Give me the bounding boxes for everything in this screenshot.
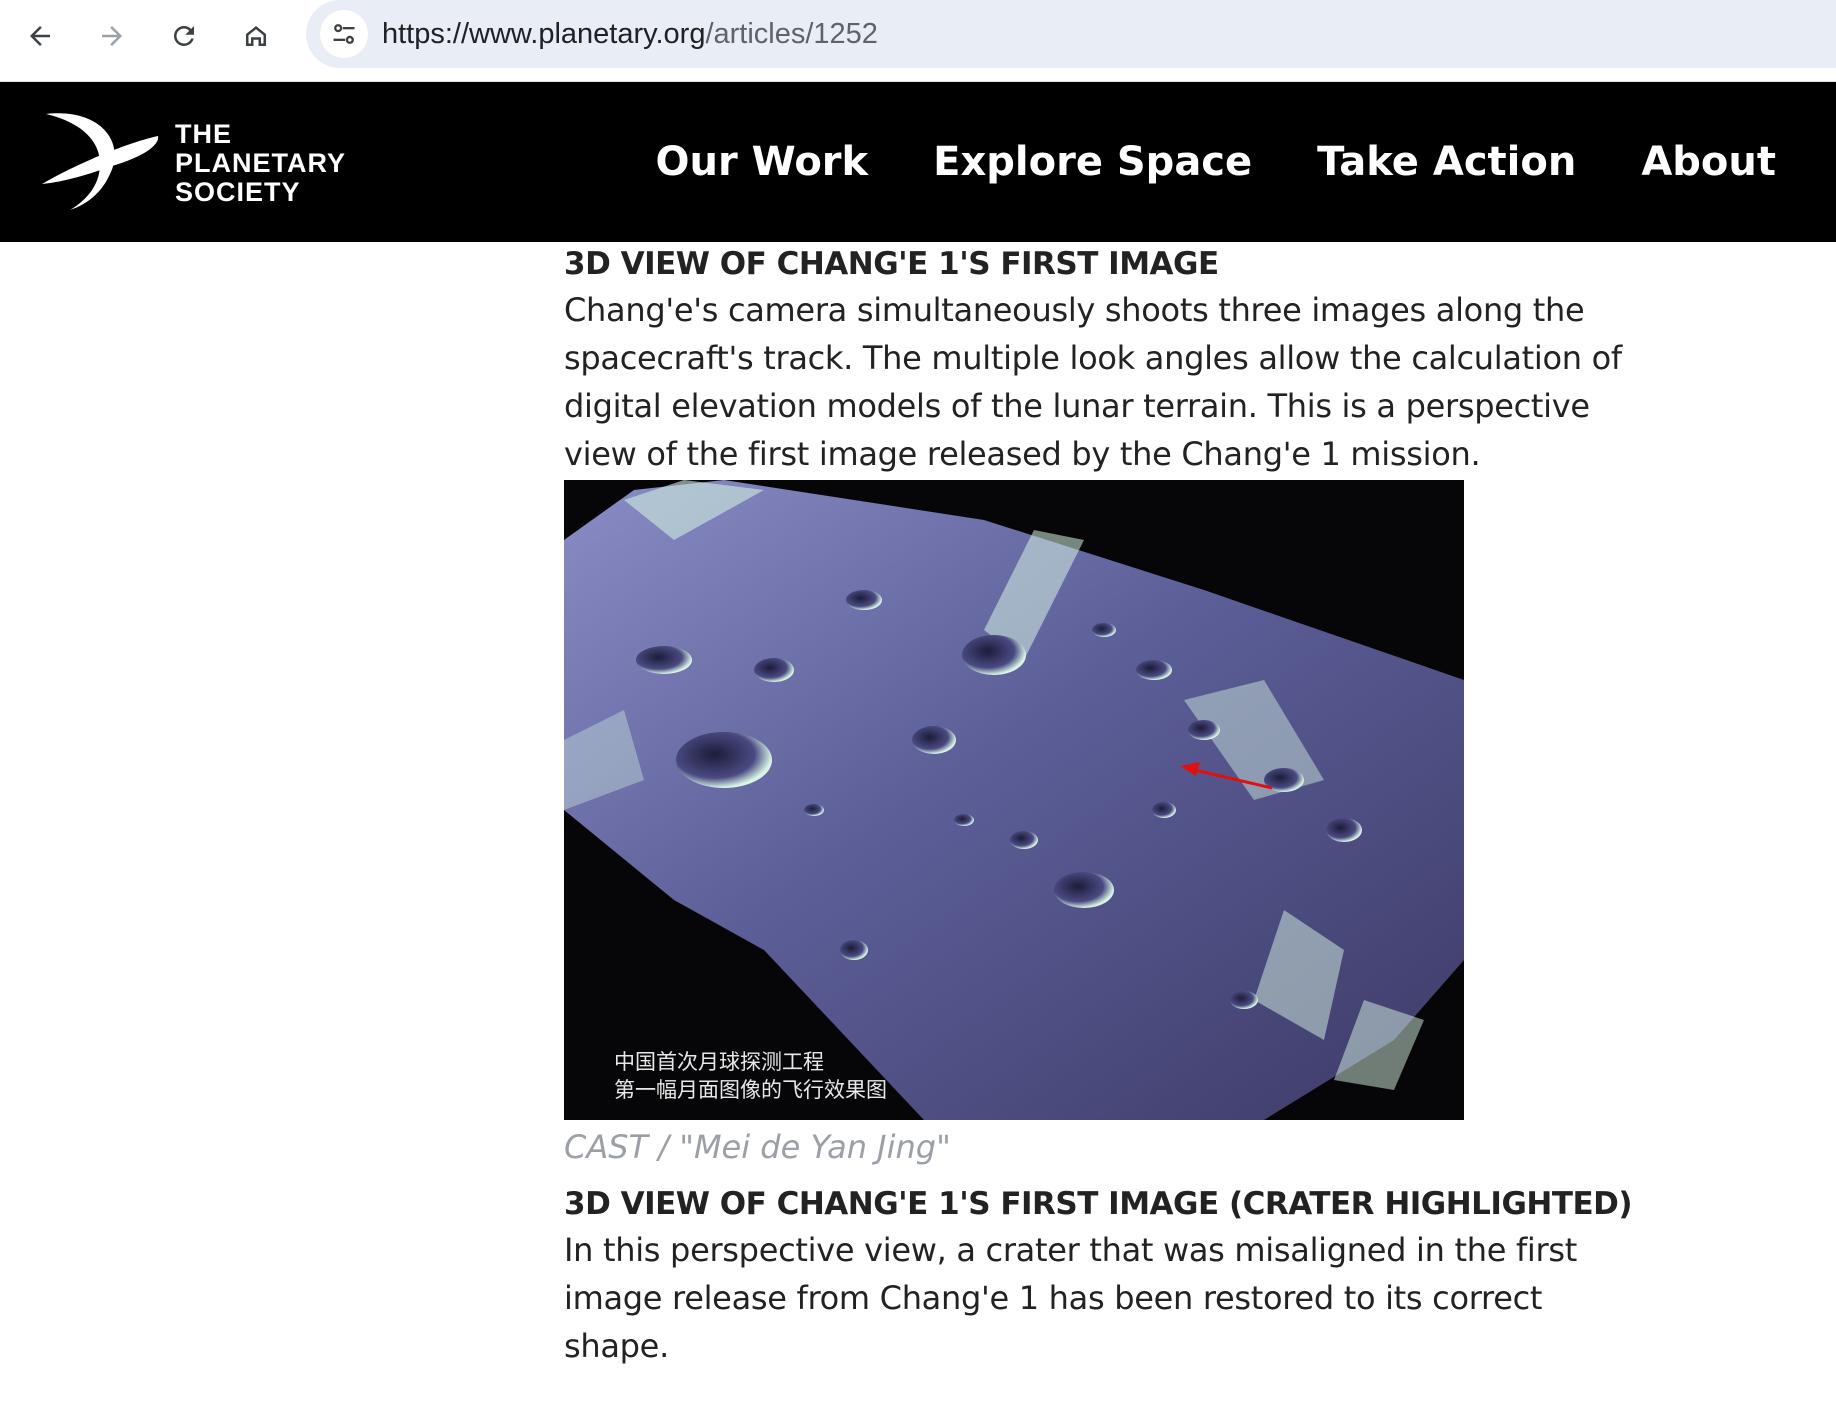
logo-wordmark: THE PLANETARY SOCIETY: [175, 120, 346, 207]
reload-button[interactable]: [162, 14, 206, 58]
gallery-item-description: Chang'e's camera simultaneously shoots t…: [564, 291, 1622, 473]
nav-explore-space[interactable]: Explore Space: [933, 139, 1252, 185]
url-host: https://www.planetary.org: [382, 18, 706, 50]
url-text[interactable]: https://www.planetary.org/articles/1252: [382, 0, 878, 68]
address-bar[interactable]: https://www.planetary.org/articles/1252: [306, 0, 1836, 68]
lunar-surface-image[interactable]: 中国首次月球探测工程 第一幅月面图像的飞行效果图: [564, 480, 1464, 1120]
planetary-society-logo[interactable]: THE PLANETARY SOCIETY: [40, 112, 370, 212]
logo-line: THE: [175, 119, 232, 149]
planet-orbit-logo-icon: [42, 113, 159, 210]
reload-icon: [174, 26, 194, 46]
arrow-right-icon: [102, 26, 122, 46]
gallery-item-title: 3D VIEW OF CHANG'E 1'S FIRST IMAGE (CRAT…: [564, 1186, 1633, 1222]
forward-button[interactable]: [90, 14, 134, 58]
logo-line: PLANETARY: [175, 148, 346, 178]
url-path: /articles/1252: [705, 18, 878, 50]
arrow-left-icon: [30, 26, 50, 46]
home-button[interactable]: [234, 14, 278, 58]
image-overlay-caption: 中国首次月球探测工程 第一幅月面图像的飞行效果图: [614, 1048, 887, 1104]
site-info-button[interactable]: [320, 10, 368, 58]
main-nav: Our Work Explore Space Take Action About: [656, 82, 1777, 242]
back-button[interactable]: [18, 14, 62, 58]
site-header: THE PLANETARY SOCIETY Our Work Explore S…: [0, 82, 1836, 242]
overlay-caption-line: 中国首次月球探测工程: [614, 1050, 824, 1074]
gallery-item-description: In this perspective view, a crater that …: [564, 1231, 1577, 1365]
article-content: 3D VIEW OF CHANG'E 1'S FIRST IMAGE Chang…: [564, 242, 1644, 1370]
tune-icon: [333, 24, 355, 44]
gallery-item-title: 3D VIEW OF CHANG'E 1'S FIRST IMAGE: [564, 246, 1219, 282]
overlay-caption-line: 第一幅月面图像的飞行效果图: [614, 1078, 887, 1102]
nav-take-action[interactable]: Take Action: [1317, 139, 1576, 185]
nav-about[interactable]: About: [1641, 139, 1776, 185]
image-credit: CAST / "Mei de Yan Jing": [564, 1128, 951, 1166]
moon-terrain-image: [564, 480, 1464, 1120]
home-icon: [246, 26, 266, 46]
browser-toolbar: https://www.planetary.org/articles/1252: [0, 0, 1836, 82]
logo-line: SOCIETY: [175, 177, 301, 207]
nav-our-work[interactable]: Our Work: [656, 139, 869, 185]
